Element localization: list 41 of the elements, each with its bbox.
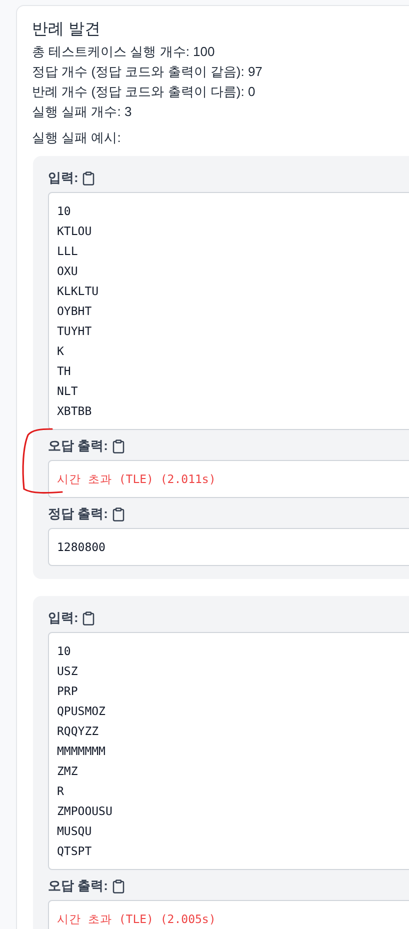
section-label: 입력: <box>48 609 78 627</box>
code-line: ZMPOOUSU <box>57 803 114 820</box>
clipboard-icon[interactable] <box>81 610 96 626</box>
code-line: QTSPT <box>57 843 93 860</box>
clipboard-icon[interactable] <box>110 506 126 522</box>
stat-text: 반례 개수 (정답 코드와 출력이 다름): 0 <box>32 83 256 101</box>
code-line: OXU <box>57 263 79 280</box>
code-line: R <box>57 783 65 800</box>
code-line: K <box>57 343 65 360</box>
code-line: USZ <box>57 663 79 680</box>
stat-text: 총 테스트케이스 실행 개수: 100 <box>32 43 216 61</box>
stat-text: 실행 실패 개수: 3 <box>32 103 133 121</box>
code-line: TUYHT <box>57 323 93 340</box>
code-line: 10 <box>57 203 72 220</box>
code-line: MUSQU <box>57 823 93 840</box>
stat-text: 정답 개수 (정답 코드와 출력이 같음): 97 <box>32 63 264 81</box>
code-line: OYBHT <box>57 303 93 320</box>
code-line: KLKLTU <box>57 283 100 300</box>
section-label: 오답 출력: <box>48 437 108 455</box>
result-title: 반례 발견 <box>32 20 102 40</box>
code-line: 10 <box>57 643 72 660</box>
code-line: RQQYZZ <box>57 723 100 740</box>
clipboard-icon[interactable] <box>110 878 126 894</box>
error-text: 시간 초과 (TLE) (2.005s) <box>57 911 217 928</box>
examples-heading: 실행 실패 예시: <box>32 129 122 147</box>
code-line: PRP <box>57 683 79 700</box>
code-line: NLT <box>57 383 79 400</box>
error-text: 시간 초과 (TLE) (2.011s) <box>57 471 217 488</box>
clipboard-icon[interactable] <box>81 170 96 186</box>
code-line: 1280800 <box>57 539 106 556</box>
code-line: LLL <box>57 243 79 260</box>
code-line: ZMZ <box>57 763 79 780</box>
section-label: 입력: <box>48 169 78 187</box>
code-line: KTLOU <box>57 223 93 240</box>
code-line: QPUSMOZ <box>57 703 106 720</box>
section-label: 오답 출력: <box>48 877 108 895</box>
code-line: MMMMMMM <box>57 743 106 760</box>
clipboard-icon[interactable] <box>110 438 126 454</box>
code-line: TH <box>57 363 72 380</box>
section-label: 정답 출력: <box>48 505 108 523</box>
code-line: XBTBB <box>57 403 93 420</box>
